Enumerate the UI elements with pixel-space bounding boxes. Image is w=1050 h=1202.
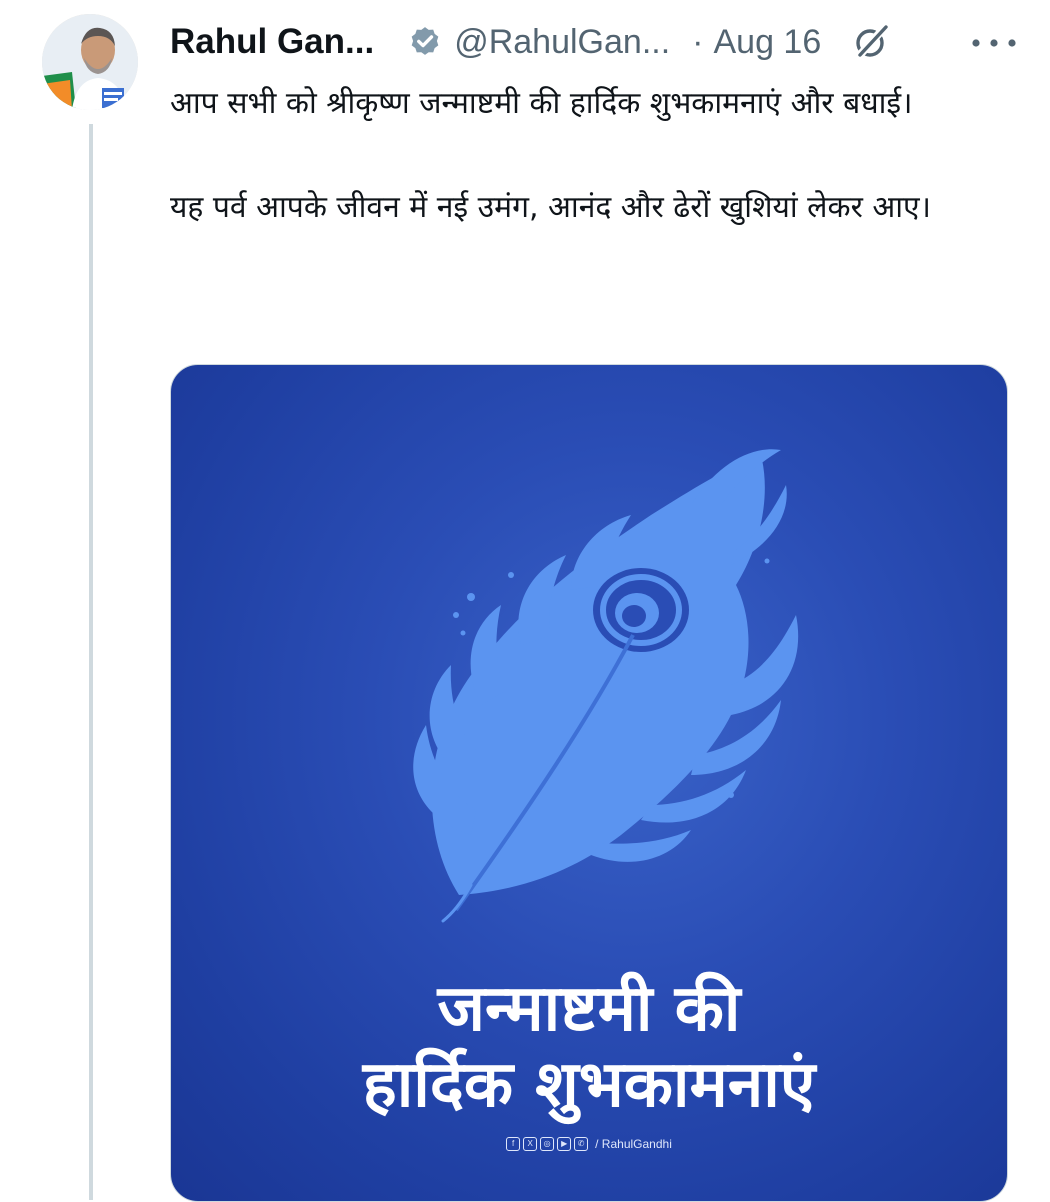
author-name[interactable]: Rahul Gan...: [170, 22, 374, 62]
instagram-icon: ◎: [540, 1137, 555, 1151]
greeting-line-1: जन्माष्टमी की: [437, 972, 741, 1046]
tweet-paragraph: यह पर्व आपके जीवन में नई उमंग, आनंद और ढ…: [170, 190, 931, 225]
thread-connector-line: [89, 124, 93, 1200]
facebook-icon: f: [506, 1137, 521, 1151]
greeting-line-2: हार्दिक शुभकामनाएं: [362, 1048, 816, 1122]
author-avatar[interactable]: [42, 14, 138, 110]
verified-badge-icon[interactable]: [408, 25, 442, 59]
avatar-portrait-icon: [42, 14, 138, 110]
author-handle[interactable]: @RahulGan...: [454, 23, 670, 62]
whatsapp-icon: ✆: [574, 1137, 589, 1151]
social-handle-text: / RahulGandhi: [595, 1137, 672, 1151]
tweet-header: Rahul Gan... @RahulGan... · Aug 16: [170, 16, 1020, 68]
tweet-date[interactable]: Aug 16: [713, 23, 821, 62]
more-options-icon[interactable]: [968, 26, 1020, 56]
grok-icon[interactable]: [851, 22, 891, 62]
header-separator: ·: [692, 22, 704, 61]
social-handles: f X ◎ ▶ ✆ / RahulGandhi: [171, 1137, 1007, 1151]
tweet-paragraph: आप सभी को श्रीकृष्ण जन्माष्टमी की हार्दि…: [170, 86, 913, 121]
x-icon: X: [523, 1137, 538, 1151]
tweet-image[interactable]: जन्माष्टमी की हार्दिक शुभकामनाएं f X ◎ ▶…: [170, 364, 1008, 1202]
tweet-text: आप सभी को श्रीकृष्ण जन्माष्टमी की हार्दि…: [170, 78, 1020, 234]
youtube-icon: ▶: [557, 1137, 572, 1151]
